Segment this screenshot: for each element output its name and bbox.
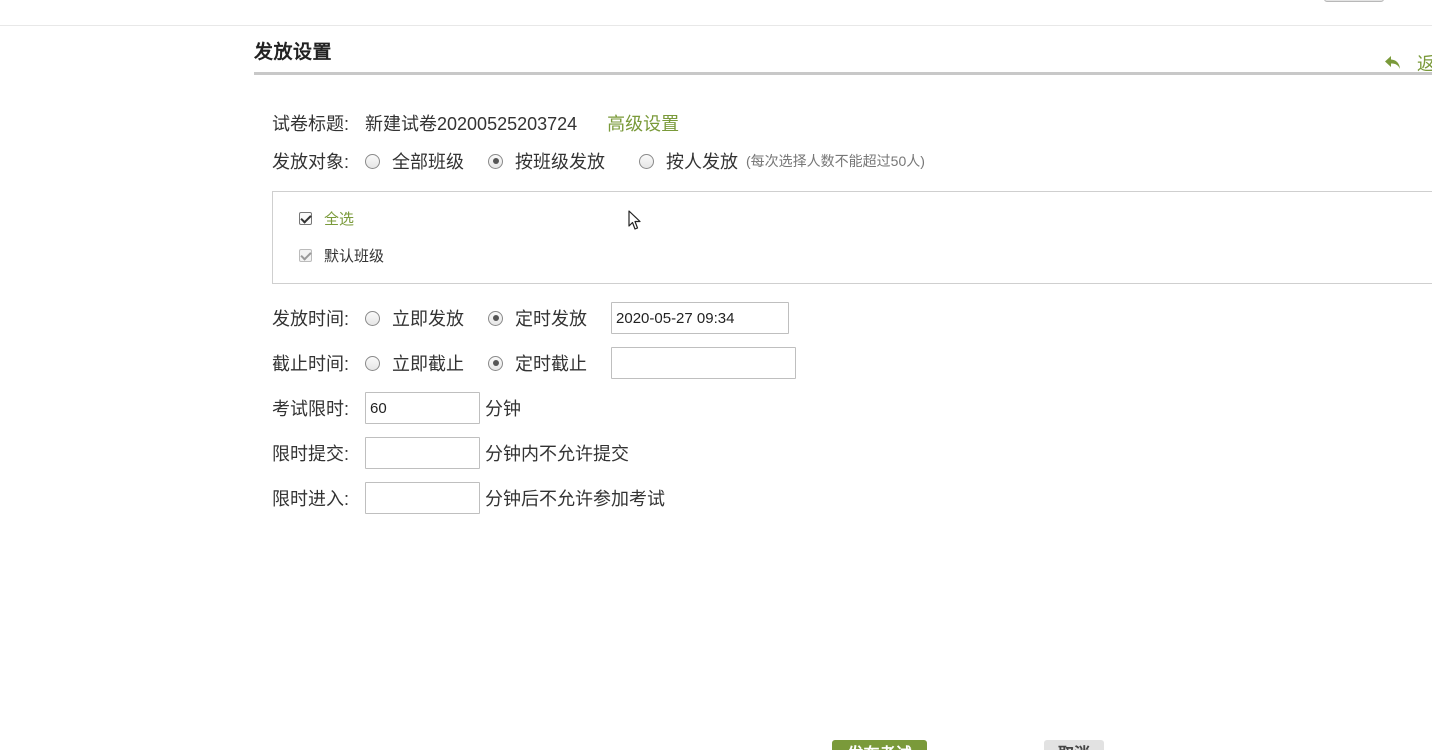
default-class-label: 默认班级 — [324, 248, 385, 265]
entry-limit-row: 限时进入: 分钟后不允许参加考试 — [272, 482, 665, 514]
submit-limit-input[interactable] — [365, 437, 481, 469]
paper-title-value: 新建试卷20200525203724 — [365, 114, 578, 134]
radio-by-person-label: 按人发放 — [666, 152, 739, 172]
select-all-checkbox[interactable] — [299, 212, 312, 225]
radio-all-classes[interactable] — [365, 153, 381, 169]
radio-by-class-label: 按班级发放 — [515, 152, 606, 172]
radio-by-person[interactable] — [639, 153, 655, 169]
paper-title-row: 试卷标题: 新建试卷20200525203724 高级设置 — [272, 110, 679, 136]
radio-deadline-scheduled-label: 定时截止 — [515, 354, 588, 374]
radio-publish-scheduled-label: 定时发放 — [515, 309, 588, 329]
target-option-by-class[interactable]: 按班级发放 — [488, 148, 605, 174]
publish-option-scheduled[interactable]: 定时发放 — [488, 305, 587, 331]
entry-limit-suffix: 分钟后不允许参加考试 — [485, 489, 666, 509]
submit-limit-label: 限时提交: — [272, 444, 350, 464]
deadline-option-immediate[interactable]: 立即截止 — [365, 350, 464, 376]
deadline-row: 截止时间: 立即截止 定时截止 — [272, 347, 797, 379]
top-bar — [0, 0, 1432, 26]
radio-deadline-immediate[interactable] — [365, 355, 381, 371]
deadline-option-scheduled[interactable]: 定时截止 — [488, 350, 587, 376]
radio-deadline-immediate-label: 立即截止 — [392, 354, 465, 374]
target-hint: (每次选择人数不能超过50人) — [746, 153, 925, 169]
radio-all-classes-label: 全部班级 — [392, 152, 465, 172]
time-limit-unit: 分钟 — [485, 399, 522, 419]
publish-time-input[interactable] — [611, 302, 790, 334]
deadline-label: 截止时间: — [272, 354, 350, 374]
page-title: 发放设置 — [254, 42, 333, 63]
radio-publish-scheduled[interactable] — [488, 310, 504, 326]
time-limit-label: 考试限时: — [272, 399, 350, 419]
title-divider — [254, 72, 1432, 75]
target-option-by-person[interactable]: 按人发放 — [639, 148, 738, 174]
publish-time-row: 发放时间: 立即发放 定时发放 — [272, 302, 790, 334]
select-all-label[interactable]: 全选 — [324, 208, 354, 229]
class-selection-box: 全选 默认班级 — [272, 191, 1432, 284]
entry-limit-label: 限时进入: — [272, 489, 350, 509]
advanced-settings-link[interactable]: 高级设置 — [607, 110, 679, 136]
submit-limit-row: 限时提交: 分钟内不允许提交 — [272, 437, 629, 469]
publish-option-immediate[interactable]: 立即发放 — [365, 305, 464, 331]
radio-by-class[interactable] — [488, 153, 504, 169]
cancel-button[interactable]: 取消 — [1044, 740, 1104, 750]
target-row: 发放对象: 全部班级 按班级发放 按人发放 (每次选择人数不能超过50人) — [272, 148, 925, 174]
deadline-input[interactable] — [611, 347, 797, 379]
mouse-cursor-icon — [628, 210, 641, 230]
radio-publish-immediate-label: 立即发放 — [392, 309, 465, 329]
radio-publish-immediate[interactable] — [365, 310, 381, 326]
entry-limit-input[interactable] — [365, 482, 481, 514]
time-limit-input[interactable] — [365, 392, 481, 424]
submit-limit-suffix: 分钟内不允许提交 — [485, 444, 630, 464]
top-right-button[interactable] — [1324, 0, 1384, 2]
time-limit-row: 考试限时: 分钟 — [272, 392, 521, 424]
publish-time-label: 发放时间: — [272, 309, 350, 329]
class-item-default[interactable]: 默认班级 — [299, 245, 384, 266]
default-class-checkbox[interactable] — [299, 249, 312, 262]
target-option-all-classes[interactable]: 全部班级 — [365, 148, 464, 174]
publish-exam-button[interactable]: 发布考试 — [832, 740, 927, 750]
target-label: 发放对象: — [272, 152, 350, 172]
select-all-row[interactable]: 全选 — [299, 208, 354, 229]
radio-deadline-scheduled[interactable] — [488, 355, 504, 371]
return-arrow-icon — [1385, 56, 1400, 69]
paper-title-label: 试卷标题: — [272, 114, 350, 134]
